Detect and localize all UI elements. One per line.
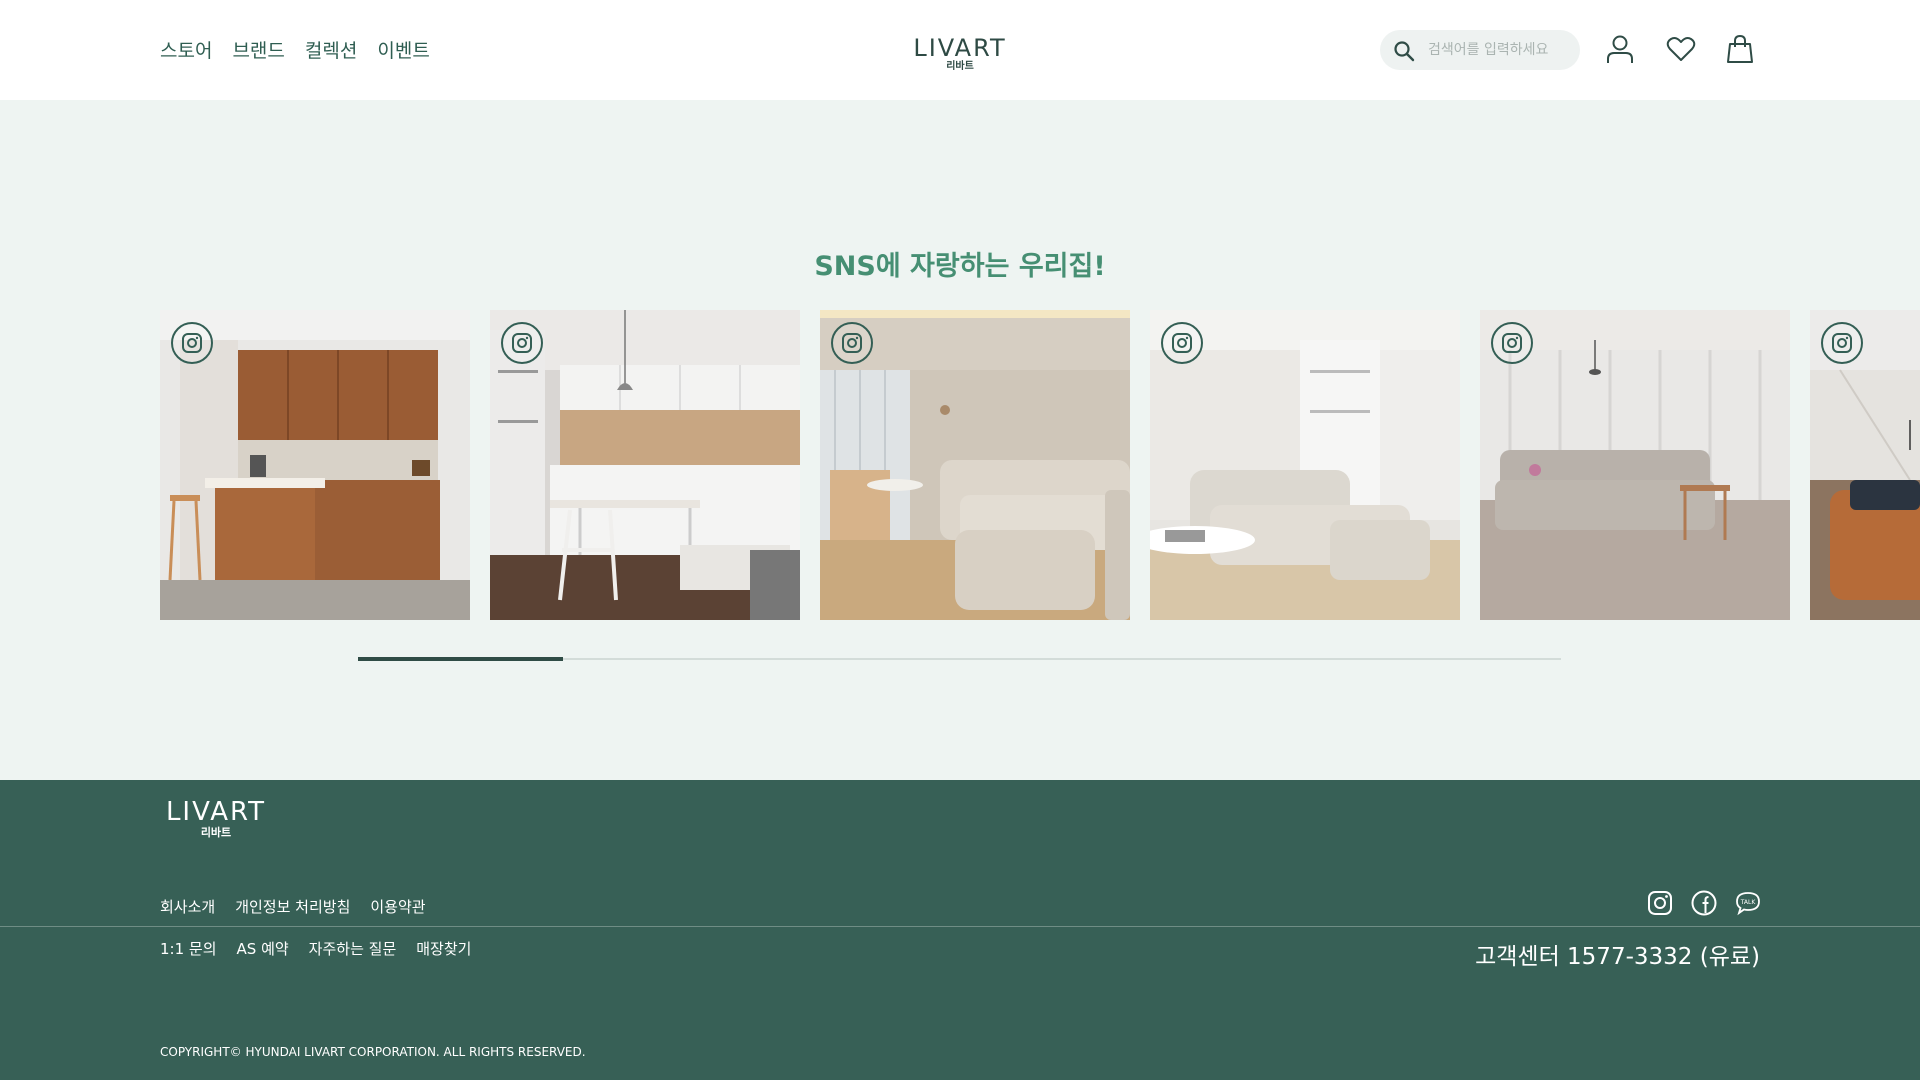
footer-link-store-finder[interactable]: 매장찾기 xyxy=(416,938,471,959)
customer-center-phone: 고객센터 1577-3332 (유료) xyxy=(1475,944,1760,970)
instagram-icon xyxy=(1491,322,1533,364)
nav-collection[interactable]: 컬렉션 xyxy=(305,36,357,63)
footer-link-as-booking[interactable]: AS 예약 xyxy=(237,938,289,959)
footer-links-support: 1:1 문의 AS 예약 자주하는 질문 매장찾기 xyxy=(160,938,471,959)
sns-photo-tile[interactable] xyxy=(1150,310,1460,620)
instagram-icon xyxy=(501,322,543,364)
footer-link-privacy[interactable]: 개인정보 처리방침 xyxy=(235,896,350,917)
footer-logo[interactable]: LIVART 리바트 xyxy=(160,798,272,840)
footer-link-company[interactable]: 회사소개 xyxy=(160,896,215,917)
instagram-icon xyxy=(171,322,213,364)
footer-links-primary: 회사소개 개인정보 처리방침 이용약관 xyxy=(160,896,426,917)
site-footer: LIVART 리바트 회사소개 개인정보 처리방침 이용약관 TALK 1:1 … xyxy=(0,780,1920,1080)
instagram-icon xyxy=(831,322,873,364)
sns-photo-tile[interactable] xyxy=(160,310,470,620)
footer-link-faq[interactable]: 자주하는 질문 xyxy=(309,938,397,959)
sns-section-title: SNS에 자랑하는 우리집! xyxy=(814,251,1106,282)
svg-text:TALK: TALK xyxy=(1740,899,1757,906)
carousel-scrollbar[interactable] xyxy=(358,657,1561,661)
logo-korean: 리바트 xyxy=(946,61,974,72)
instagram-icon[interactable] xyxy=(1646,889,1674,917)
heart-icon[interactable] xyxy=(1666,34,1696,64)
nav-store[interactable]: 스토어 xyxy=(160,36,212,63)
footer-link-terms[interactable]: 이용약관 xyxy=(370,896,425,917)
instagram-icon xyxy=(1161,322,1203,364)
site-logo[interactable]: LIVART 리바트 xyxy=(912,36,1008,73)
copyright-text: COPYRIGHT© HYUNDAI LIVART CORPORATION. A… xyxy=(160,1045,586,1059)
shopping-bag-icon[interactable] xyxy=(1726,34,1754,64)
carousel-scroll-thumb[interactable] xyxy=(358,657,563,661)
footer-divider xyxy=(0,926,1920,927)
footer-link-inquiry[interactable]: 1:1 문의 xyxy=(160,938,217,959)
sns-photo-tile[interactable] xyxy=(1810,310,1920,620)
sns-photo-tile[interactable] xyxy=(490,310,800,620)
logo-wordmark: LIVART xyxy=(913,34,1007,62)
sns-photo-tile[interactable] xyxy=(820,310,1130,620)
main-nav: 스토어 브랜드 컬렉션 이벤트 xyxy=(160,36,430,63)
kakaotalk-icon[interactable]: TALK xyxy=(1734,889,1762,917)
user-icon[interactable] xyxy=(1606,34,1634,64)
footer-logo-wordmark: LIVART xyxy=(165,797,267,827)
footer-logo-korean: 리바트 xyxy=(200,826,232,839)
nav-event[interactable]: 이벤트 xyxy=(377,36,429,63)
sns-photo-tile[interactable] xyxy=(1480,310,1790,620)
search-box[interactable] xyxy=(1380,30,1580,70)
site-header: 스토어 브랜드 컬렉션 이벤트 LIVART 리바트 xyxy=(0,0,1920,100)
facebook-icon[interactable] xyxy=(1690,889,1718,917)
nav-brand[interactable]: 브랜드 xyxy=(232,36,284,63)
instagram-icon xyxy=(1821,322,1863,364)
search-input[interactable] xyxy=(1428,38,1568,62)
search-icon[interactable] xyxy=(1392,39,1416,63)
